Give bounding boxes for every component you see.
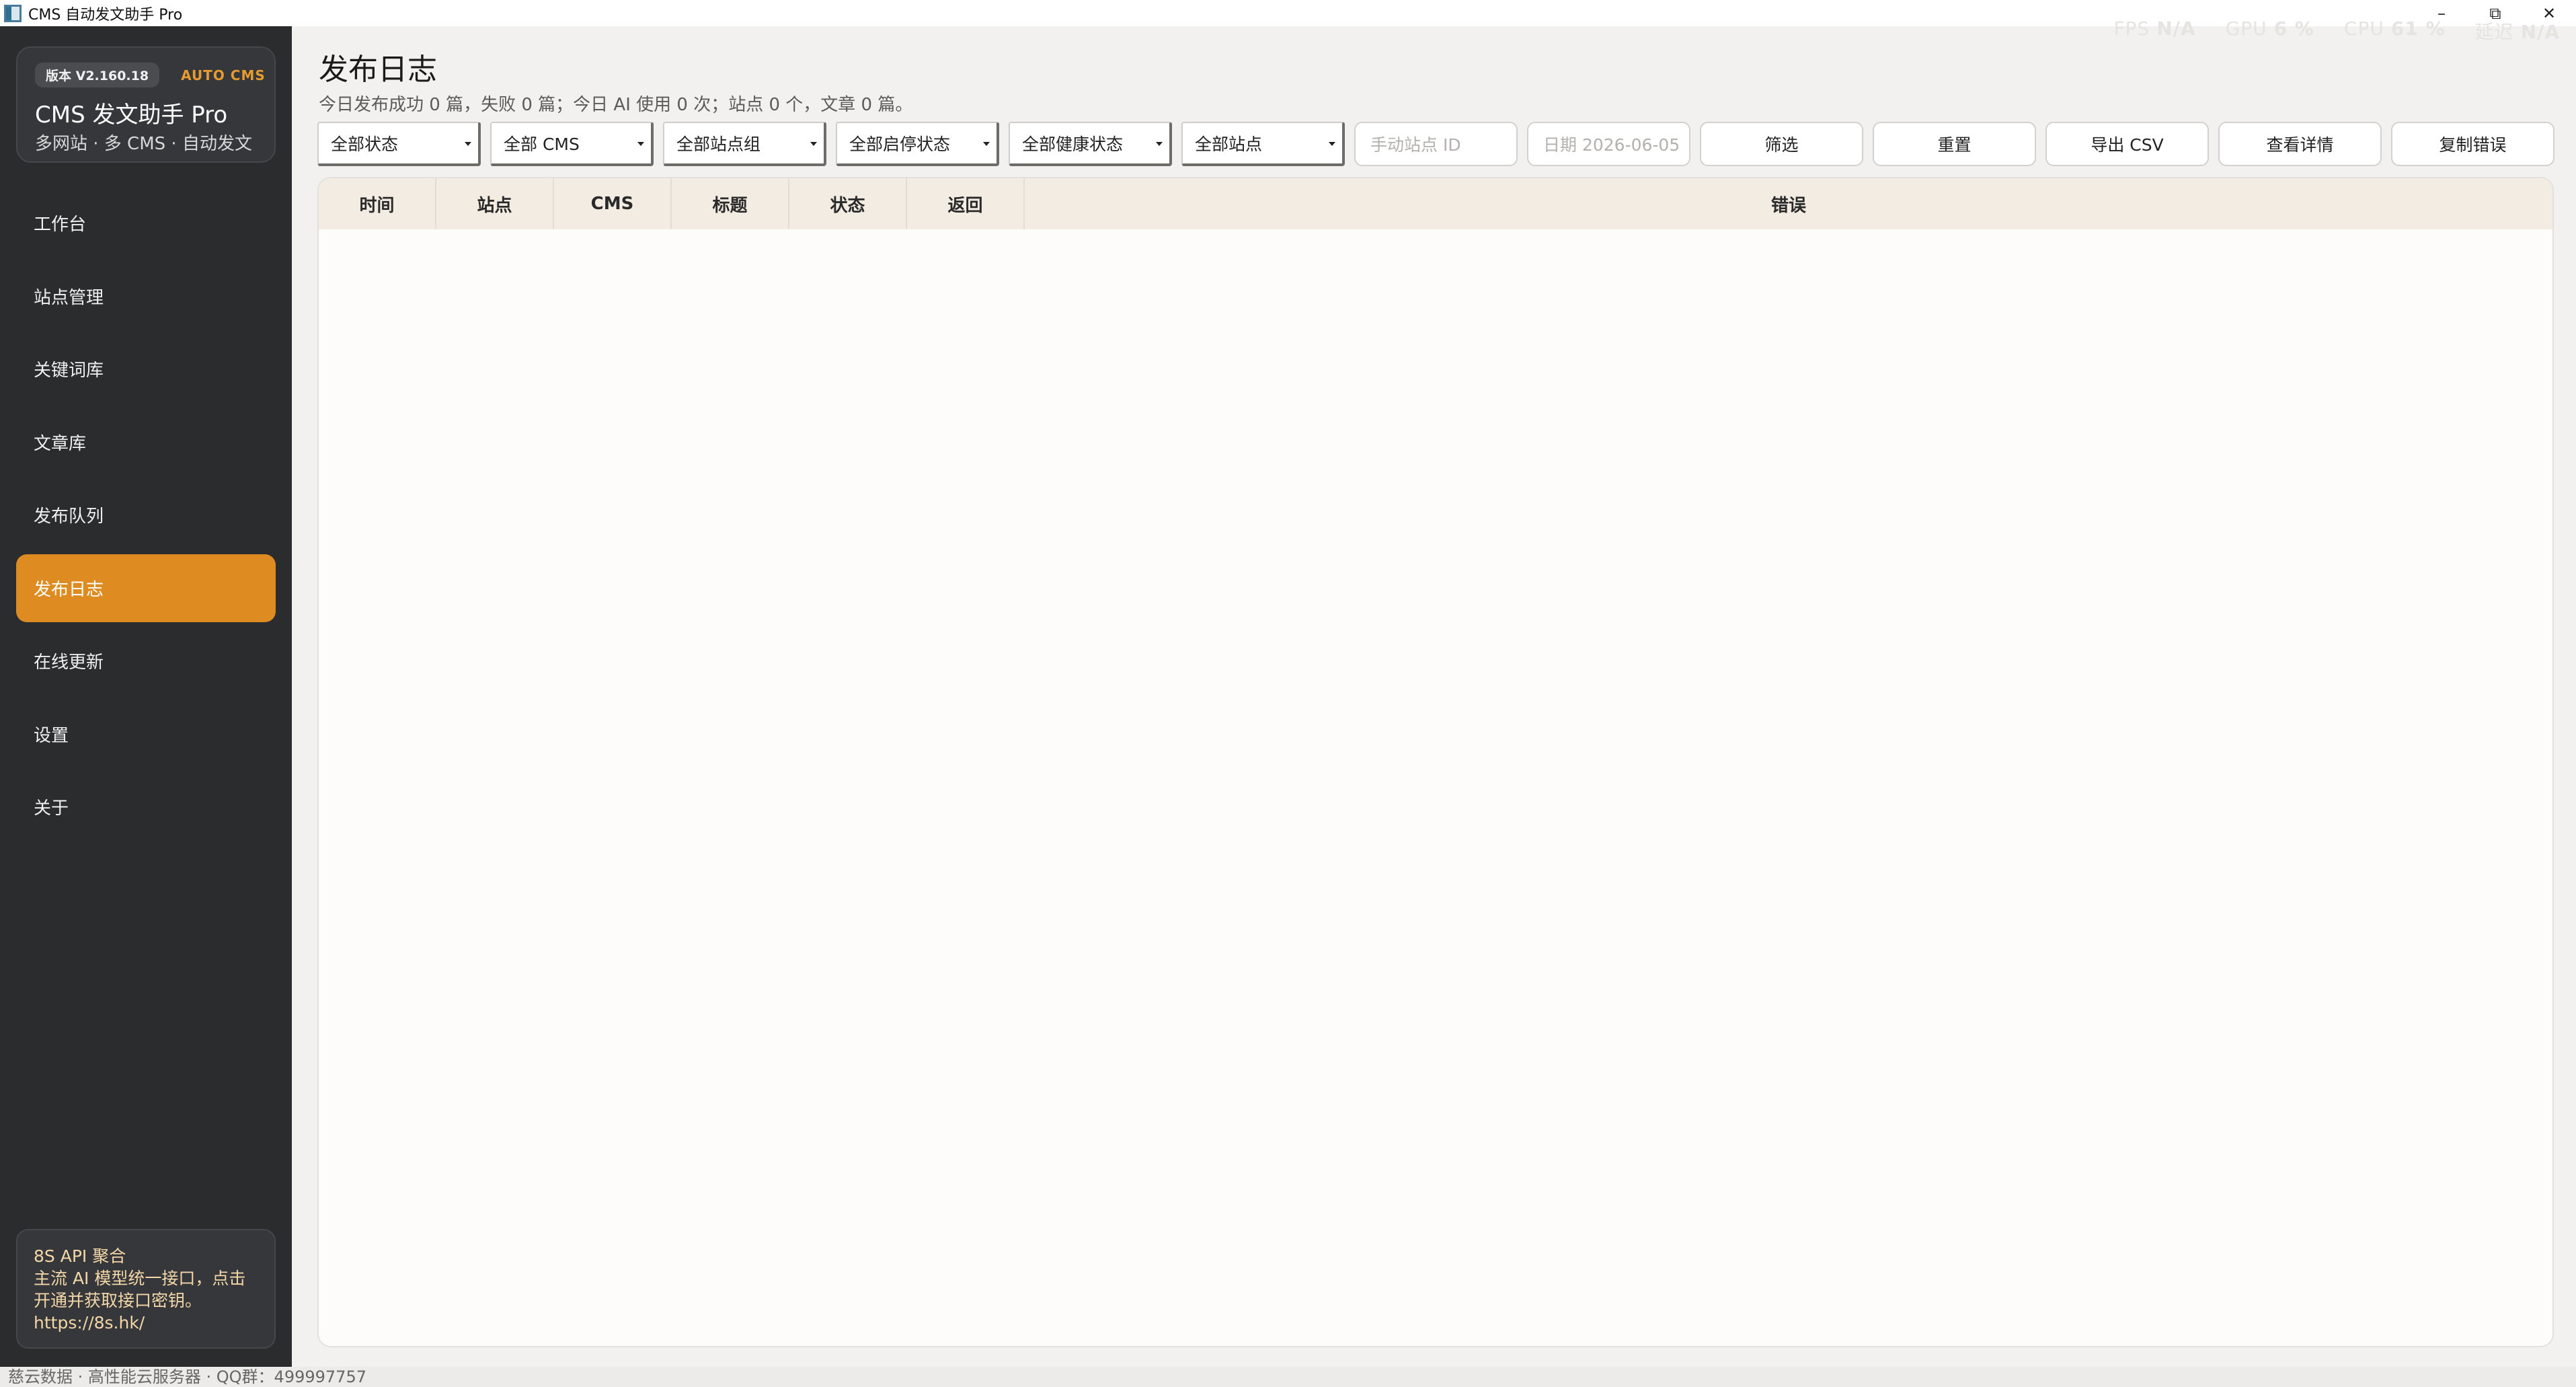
promo-link[interactable]: https://8s.hk/ (34, 1312, 258, 1334)
page-title: 发布日志 (319, 52, 437, 87)
column-header-site[interactable]: 站点 (436, 178, 554, 229)
date-input[interactable]: 日期 2026-06-05 (1527, 122, 1690, 166)
cms-select[interactable]: 全部 CMS (490, 122, 654, 166)
version-badge: 版本 V2.160.18 (35, 63, 160, 87)
log-table: 时间 站点 CMS 标题 状态 返回 错误 (317, 177, 2554, 1347)
sidebar-item-dashboard[interactable]: 工作台 (16, 189, 276, 257)
promo-body: 主流 AI 模型统一接口，点击开通并获取接口密钥。 (34, 1269, 246, 1310)
sidebar-item-articles[interactable]: 文章库 (16, 408, 276, 476)
chevron-down-icon (1329, 142, 1335, 146)
sidebar: 版本 V2.160.18 AUTO CMS CMS 发文助手 Pro 多网站 ·… (0, 26, 292, 1367)
chevron-down-icon (465, 142, 471, 146)
column-header-response[interactable]: 返回 (907, 178, 1025, 229)
health-status-select[interactable]: 全部健康状态 (1009, 122, 1172, 166)
chevron-down-icon (810, 142, 817, 146)
export-csv-button[interactable]: 导出 CSV (2045, 122, 2209, 166)
table-header: 时间 站点 CMS 标题 状态 返回 错误 (319, 178, 2552, 229)
page-summary: 今日发布成功 0 篇，失败 0 篇；今日 AI 使用 0 次；站点 0 个，文章… (319, 95, 913, 115)
view-details-button[interactable]: 查看详情 (2218, 122, 2382, 166)
app-window: CMS 自动发文助手 Pro – ⧉ ✕ FPS N/A GPU 6 % CPU 61… (0, 0, 2576, 1387)
sidebar-item-online-update[interactable]: 在线更新 (16, 627, 276, 695)
promo-card[interactable]: 8S API 聚合 主流 AI 模型统一接口，点击开通并获取接口密钥。 http… (16, 1229, 276, 1349)
sidebar-item-keywords[interactable]: 关键词库 (16, 335, 276, 403)
sidebar-item-publish-log[interactable]: 发布日志 (16, 554, 276, 622)
column-header-cms[interactable]: CMS (554, 178, 672, 229)
column-header-time[interactable]: 时间 (319, 178, 436, 229)
column-header-error[interactable]: 错误 (1025, 178, 2552, 229)
app-icon (4, 4, 22, 22)
site-id-input[interactable]: 手动站点 ID (1354, 122, 1518, 166)
promo-title: 8S API 聚合 (34, 1246, 126, 1266)
chevron-down-icon (637, 142, 644, 146)
site-group-select[interactable]: 全部站点组 (663, 122, 826, 166)
brand-card: 版本 V2.160.18 AUTO CMS CMS 发文助手 Pro 多网站 ·… (16, 46, 276, 163)
site-select[interactable]: 全部站点 (1181, 122, 1345, 166)
status-select[interactable]: 全部状态 (317, 122, 481, 166)
sidebar-item-sites[interactable]: 站点管理 (16, 262, 276, 330)
chevron-down-icon (1156, 142, 1163, 146)
enable-status-select[interactable]: 全部启停状态 (836, 122, 999, 166)
sidebar-item-settings[interactable]: 设置 (16, 700, 276, 768)
sidebar-nav: 工作台 站点管理 关键词库 文章库 发布队列 发布日志 在线更新 设置 关于 (16, 189, 276, 846)
copy-error-button[interactable]: 复制错误 (2391, 122, 2554, 166)
window-title: CMS 自动发文助手 Pro (28, 6, 183, 24)
reset-button[interactable]: 重置 (1873, 122, 2036, 166)
sidebar-item-about[interactable]: 关于 (16, 773, 276, 841)
column-header-title[interactable]: 标题 (672, 178, 789, 229)
main-content: 发布日志 今日发布成功 0 篇，失败 0 篇；今日 AI 使用 0 次；站点 0… (292, 26, 2576, 1367)
brand-subtitle: 多网站 · 多 CMS · 自动发文 (35, 134, 252, 154)
sidebar-item-publish-queue[interactable]: 发布队列 (16, 481, 276, 549)
filter-button[interactable]: 筛选 (1700, 122, 1863, 166)
chevron-down-icon (983, 142, 990, 146)
brand-tag: AUTO CMS (181, 67, 266, 83)
brand-title: CMS 发文助手 Pro (35, 102, 228, 128)
column-header-status[interactable]: 状态 (789, 178, 907, 229)
status-bar: 慈云数据 · 高性能云服务器 · QQ群：499997757 (0, 1367, 2576, 1387)
